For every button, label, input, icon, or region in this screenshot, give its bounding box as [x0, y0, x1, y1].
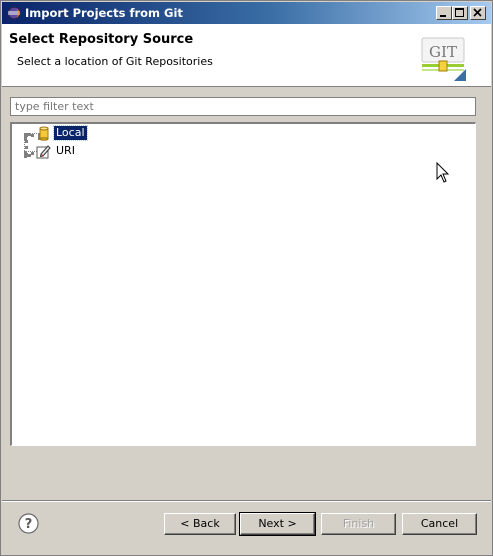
- repository-cylinder-icon: [39, 126, 49, 141]
- tree-item-local[interactable]: Local: [36, 125, 116, 142]
- mouse-cursor-icon: [436, 162, 450, 183]
- back-button[interactable]: < Back: [164, 513, 236, 535]
- filter-input[interactable]: [10, 97, 476, 116]
- git-logo-icon: GIT: [421, 37, 466, 81]
- finish-button[interactable]: Finish: [321, 513, 396, 535]
- cancel-button[interactable]: Cancel: [402, 513, 477, 535]
- close-icon: [473, 8, 482, 17]
- maximize-button[interactable]: [452, 6, 468, 20]
- svg-text:?: ?: [25, 517, 33, 532]
- page-title: Select Repository Source: [9, 32, 194, 47]
- minimize-icon: [440, 15, 446, 17]
- button-bar-separator: [2, 500, 491, 502]
- wizard-header: Select Repository Source Select a locati…: [2, 24, 491, 87]
- title-bar[interactable]: Import Projects from Git: [2, 2, 491, 24]
- tree-item-uri[interactable]: URI: [36, 144, 116, 160]
- tree-item-label: URI: [56, 144, 75, 157]
- help-icon[interactable]: ?: [18, 513, 39, 534]
- close-button[interactable]: [470, 6, 486, 20]
- window-title: Import Projects from Git: [25, 6, 183, 20]
- maximize-icon: [455, 8, 464, 17]
- next-button[interactable]: Next >: [239, 512, 316, 536]
- page-description: Select a location of Git Repositories: [17, 55, 213, 68]
- repository-source-tree[interactable]: Local URI: [10, 122, 476, 446]
- import-dialog: Import Projects from Git Select Reposito…: [0, 0, 493, 556]
- git-logo-text: GIT: [429, 43, 457, 61]
- tree-item-label: Local: [53, 125, 88, 141]
- minimize-button[interactable]: [436, 6, 452, 20]
- uri-edit-icon: [36, 145, 51, 159]
- eclipse-icon: [7, 6, 21, 20]
